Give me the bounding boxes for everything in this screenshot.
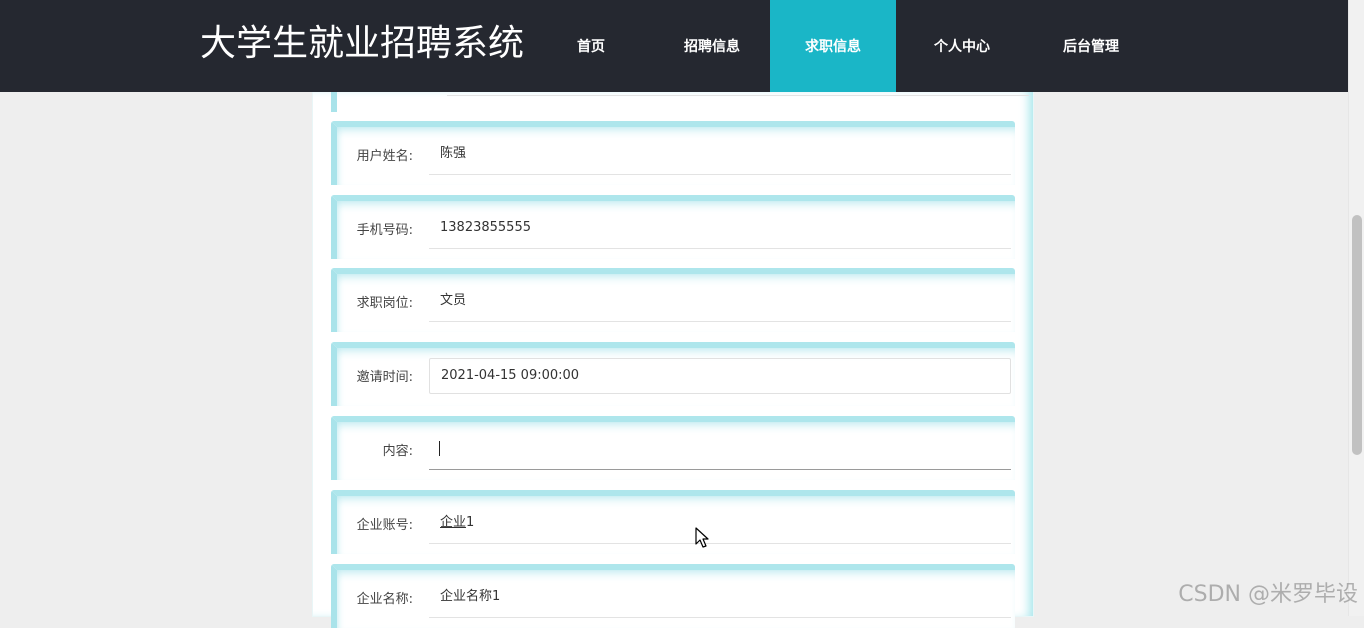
- field-label: 用户姓名:: [356, 149, 413, 164]
- position-field[interactable]: 文员: [429, 282, 1011, 322]
- mouse-pointer-icon: [695, 527, 709, 548]
- page-scrollbar[interactable]: [1348, 0, 1364, 616]
- field-label: 企业名称:: [356, 592, 413, 607]
- field-label: 内容:: [382, 444, 413, 459]
- nav-item-admin[interactable]: 后台管理: [1028, 0, 1154, 92]
- invite-time-field[interactable]: 2021-04-15 09:00:00: [429, 358, 1011, 394]
- company-name-field[interactable]: 企业名称1: [429, 578, 1011, 618]
- field-label: 邀请时间:: [356, 370, 413, 385]
- detail-panel: 用户姓名: 陈强 手机号码: 13823855555 求职岗位: 文员 邀请时间…: [313, 92, 1033, 628]
- form-row-phone: 手机号码: 13823855555: [331, 195, 1015, 259]
- form-row-user-name: 用户姓名: 陈强: [331, 121, 1015, 185]
- main-nav: 首页 招聘信息 求职信息 个人中心 后台管理: [528, 0, 1154, 92]
- company-account-field[interactable]: 企业1: [429, 504, 1011, 544]
- text-caret: [439, 441, 440, 456]
- company-account-suffix: 1: [466, 515, 475, 530]
- form-row-position: 求职岗位: 文员: [331, 268, 1015, 332]
- content-textarea[interactable]: [429, 430, 1011, 470]
- field-label: 求职岗位:: [356, 296, 413, 311]
- form-row-company-name: 企业名称: 企业名称1: [331, 564, 1015, 628]
- nav-item-personal-center[interactable]: 个人中心: [896, 0, 1028, 92]
- nav-item-recruitment[interactable]: 招聘信息: [654, 0, 770, 92]
- scrollbar-thumb[interactable]: [1352, 215, 1362, 455]
- field-label: 企业账号:: [356, 518, 413, 533]
- form-row-invite-time: 邀请时间: 2021-04-15 09:00:00: [331, 342, 1015, 406]
- nav-item-job-seeking[interactable]: 求职信息: [770, 0, 896, 92]
- field-underline: [447, 95, 1029, 96]
- form-row-partial: [331, 92, 1029, 112]
- form-row-company-account: 企业账号: 企业1: [331, 490, 1015, 554]
- site-title[interactable]: 大学生就业招聘系统: [200, 22, 524, 66]
- phone-field[interactable]: 13823855555: [429, 209, 1011, 249]
- field-label: 手机号码:: [356, 223, 413, 238]
- form-row-content: 内容:: [331, 416, 1015, 480]
- watermark: CSDN @米罗毕设: [1178, 582, 1358, 607]
- site-header: 大学生就业招聘系统 首页 招聘信息 求职信息 个人中心 后台管理: [0, 0, 1348, 92]
- user-name-field[interactable]: 陈强: [429, 135, 1011, 175]
- company-account-link[interactable]: 企业: [440, 515, 466, 530]
- nav-item-home[interactable]: 首页: [528, 0, 654, 92]
